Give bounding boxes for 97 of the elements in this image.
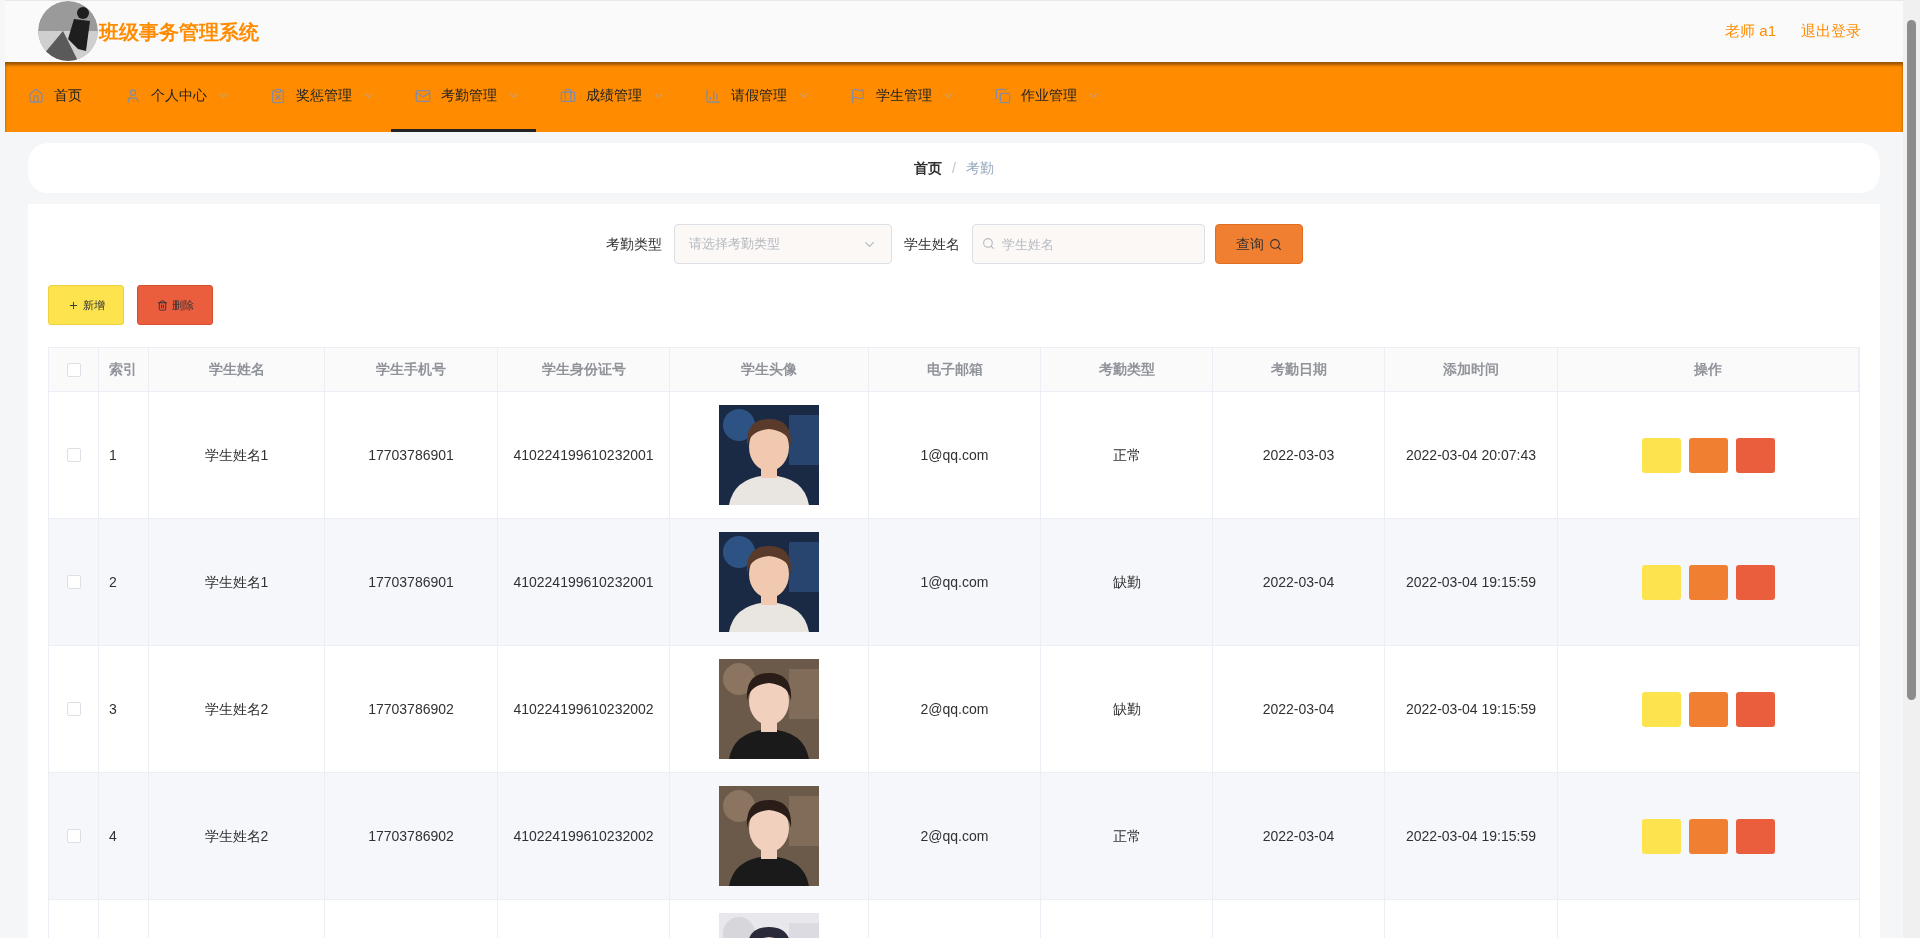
delete-button[interactable] — [1736, 818, 1775, 854]
search-icon — [981, 237, 995, 250]
edit-button[interactable] — [1642, 691, 1681, 727]
search-icon — [1268, 237, 1282, 251]
table-cell-text: 缺勤 — [1112, 699, 1141, 719]
detail-button[interactable] — [1689, 691, 1728, 727]
nav-item[interactable]: 个人中心 — [101, 62, 246, 132]
clipboard-icon — [270, 87, 286, 104]
detail-button[interactable] — [1689, 818, 1728, 854]
field-label: 考勤类型 — [605, 234, 662, 254]
table-cell-text: 2022-03-04 — [1262, 572, 1335, 592]
column-header: 学生手机号 — [376, 360, 446, 379]
breadcrumb-link[interactable]: 首页 — [914, 157, 943, 179]
search-field[interactable]: 学生姓名 — [971, 224, 1205, 264]
edit-button[interactable] — [1642, 818, 1681, 854]
table-cell-text: 17703786901 — [368, 572, 454, 592]
table-cell-text: 410224199610232001 — [513, 572, 654, 592]
column-header: 添加时间 — [1443, 360, 1499, 379]
app-title: 班级事务管理系统 — [99, 19, 259, 45]
trash-icon — [156, 299, 168, 311]
column-header: 考勤类型 — [1098, 360, 1155, 379]
column-header: 操作 — [1694, 360, 1722, 379]
table-cell-text: 2 — [109, 572, 117, 592]
checkbox[interactable] — [66, 448, 81, 462]
table-cell-text: 2022-03-04 — [1262, 699, 1335, 719]
nav-label: 奖惩管理 — [296, 86, 352, 105]
table-cell-text: 正常 — [1112, 826, 1141, 846]
nav-label: 学生管理 — [876, 86, 932, 105]
nav-item[interactable]: 成绩管理 — [536, 62, 681, 132]
user-name: 老师 a1 — [1725, 21, 1776, 42]
nav-item[interactable]: 请假管理 — [681, 62, 826, 132]
copy-icon — [995, 87, 1011, 104]
table-cell-text: 1@qq.com — [920, 572, 989, 592]
checkbox[interactable] — [66, 575, 81, 589]
table-cell-text: 410224199610232002 — [513, 699, 654, 719]
table-cell-text: 缺勤 — [1112, 572, 1141, 592]
table-cell-text: 410224199610232002 — [513, 826, 654, 846]
column-header: 学生姓名 — [208, 360, 265, 379]
table-cell-text: 学生姓名2 — [204, 699, 269, 719]
nav-label: 成绩管理 — [586, 86, 642, 105]
table-cell-text: 1 — [109, 445, 117, 465]
table-cell-text: 410224199610232001 — [513, 445, 654, 465]
column-header: 索引 — [109, 360, 137, 379]
table-cell-text: 4 — [109, 826, 117, 846]
nav-item[interactable]: 学生管理 — [826, 62, 971, 132]
bar-chart-icon — [705, 87, 721, 104]
briefcase-icon — [560, 87, 576, 104]
table-cell-text: 2@qq.com — [920, 826, 989, 846]
flag-icon — [850, 87, 866, 104]
add-button[interactable]: 新增 — [48, 285, 124, 325]
table-cell-text: 2022-03-04 20:07:43 — [1406, 445, 1536, 465]
nav-item[interactable]: 首页 — [5, 62, 101, 132]
table-cell-text: 2022-03-04 19:15:59 — [1406, 572, 1536, 592]
field-label: 学生姓名 — [903, 234, 960, 254]
table-cell-text: 1@qq.com — [920, 445, 989, 465]
checkbox[interactable] — [66, 362, 81, 377]
table-cell-text: 2022-03-04 19:15:59 — [1406, 699, 1536, 719]
edit-button[interactable] — [1642, 564, 1681, 600]
user-icon — [125, 87, 141, 104]
column-header: 考勤日期 — [1270, 360, 1327, 379]
table-cell-text: 17703786902 — [368, 826, 454, 846]
table-cell-text: 17703786901 — [368, 445, 454, 465]
delete-button[interactable] — [1736, 691, 1775, 727]
nav-label: 作业管理 — [1021, 86, 1077, 105]
column-header: 学生头像 — [741, 360, 797, 379]
table-cell-text: 17703786902 — [368, 699, 454, 719]
nav-label: 请假管理 — [731, 86, 787, 105]
table-cell-text: 2022-03-04 — [1262, 826, 1335, 846]
nav-label: 个人中心 — [151, 86, 207, 105]
detail-button[interactable] — [1689, 564, 1728, 600]
table-cell-text: 学生姓名2 — [204, 826, 269, 846]
checkbox[interactable] — [66, 702, 81, 716]
mail-icon — [415, 87, 431, 104]
table-cell-text: 正常 — [1112, 445, 1141, 465]
home-icon — [28, 87, 44, 104]
detail-button[interactable] — [1689, 437, 1728, 473]
table-cell-text: 学生姓名1 — [204, 445, 269, 465]
table-cell-text: 2022-03-04 19:15:59 — [1406, 826, 1536, 846]
checkbox[interactable] — [66, 829, 81, 843]
nav-label: 首页 — [54, 86, 82, 105]
nav-item[interactable]: 奖惩管理 — [246, 62, 391, 132]
column-header: 电子邮箱 — [926, 360, 983, 379]
separator: / — [952, 158, 956, 178]
table-cell-text: 2@qq.com — [920, 699, 989, 719]
delete-button[interactable]: 删除 — [137, 285, 213, 325]
nav-item[interactable]: 作业管理 — [971, 62, 1116, 132]
table-cell-text: 3 — [109, 699, 117, 719]
table-cell-text: 2022-03-03 — [1262, 445, 1335, 465]
query-button[interactable]: 查询 — [1214, 224, 1303, 264]
nav-item[interactable]: 考勤管理 — [391, 62, 536, 132]
delete-button[interactable] — [1736, 437, 1775, 473]
delete-button[interactable] — [1736, 564, 1775, 600]
table-cell-text: 学生姓名1 — [204, 572, 269, 592]
plus-icon — [67, 299, 79, 311]
column-header: 学生身份证号 — [541, 360, 626, 379]
edit-button[interactable] — [1642, 437, 1681, 473]
nav-label: 考勤管理 — [441, 86, 497, 105]
